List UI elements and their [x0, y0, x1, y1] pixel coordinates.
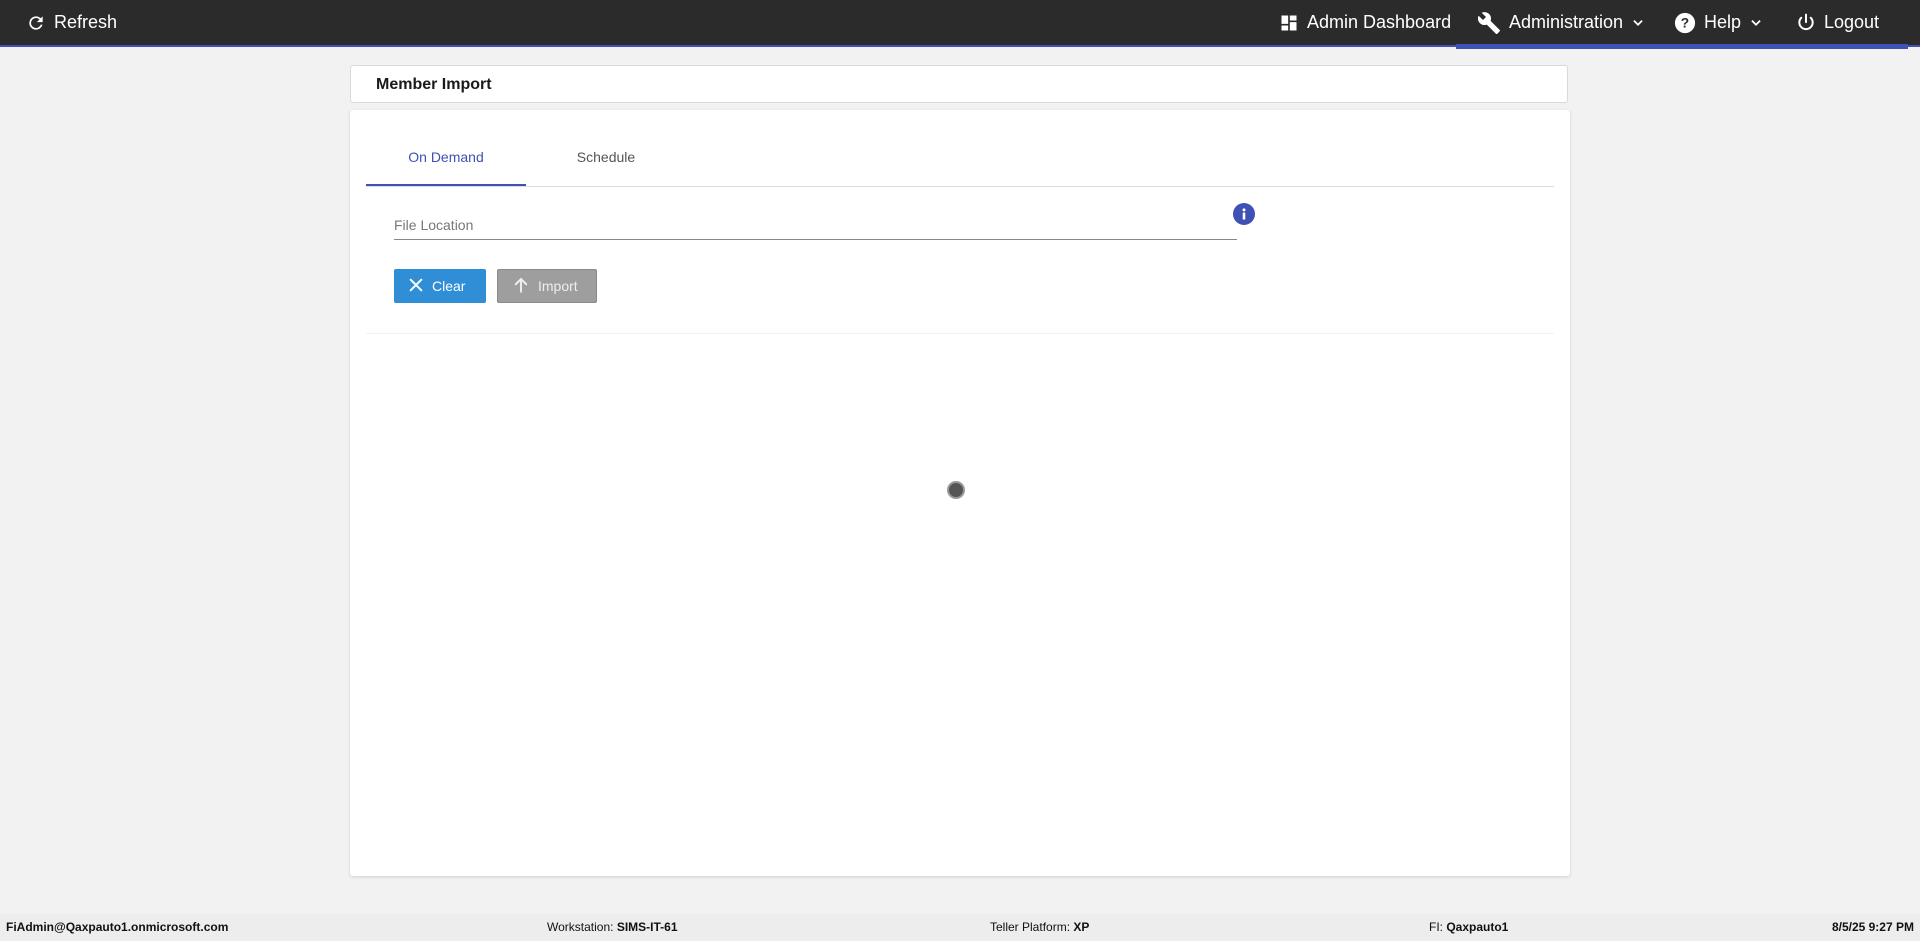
logout-button[interactable]: Logout: [1796, 0, 1879, 45]
tab-schedule[interactable]: Schedule: [526, 129, 686, 185]
import-button[interactable]: Import: [497, 269, 597, 303]
help-label: Help: [1704, 12, 1742, 32]
chevron-down-icon: [1631, 16, 1645, 30]
file-location-field: [394, 202, 1237, 240]
admin-dashboard-link[interactable]: Admin Dashboard: [1279, 0, 1451, 45]
tab-bar: On Demand Schedule: [366, 129, 1554, 187]
footer-teller-platform-value: XP: [1073, 920, 1090, 934]
logout-label: Logout: [1824, 12, 1880, 32]
nav-active-indicator: [1456, 44, 1908, 49]
footer-fi-value: Qaxpauto1: [1446, 920, 1509, 934]
top-navigation-bar: Refresh Admin Dashboard Administration ?…: [0, 0, 1920, 49]
page-header: Member Import: [350, 65, 1568, 103]
admin-dashboard-label: Admin Dashboard: [1307, 12, 1452, 32]
page-title: Member Import: [376, 76, 492, 93]
footer-datetime: 8/5/25 9:27 PM: [1832, 914, 1914, 941]
help-icon: ?: [1674, 12, 1696, 34]
footer-workstation: Workstation: SIMS-IT-61: [547, 914, 678, 941]
chevron-down-icon: [1749, 16, 1763, 30]
status-footer: FiAdmin@Qaxpauto1.onmicrosoft.com Workst…: [0, 914, 1920, 941]
wrench-icon: [1477, 11, 1501, 35]
refresh-icon: [26, 13, 46, 33]
clear-button[interactable]: Clear: [394, 269, 486, 303]
tab-on-demand[interactable]: On Demand: [366, 129, 526, 186]
clear-button-label: Clear: [432, 278, 466, 294]
power-icon: [1796, 13, 1816, 33]
footer-fi-label: FI:: [1429, 920, 1443, 934]
loading-indicator: [947, 481, 965, 499]
refresh-button[interactable]: Refresh: [26, 0, 117, 45]
footer-user: FiAdmin@Qaxpauto1.onmicrosoft.com: [6, 914, 228, 941]
footer-workstation-label: Workstation:: [547, 920, 614, 934]
file-location-input[interactable]: [394, 215, 1234, 235]
dashboard-icon: [1279, 13, 1299, 33]
administration-label: Administration: [1509, 12, 1624, 32]
content-divider: [366, 333, 1554, 334]
close-icon: [408, 277, 424, 296]
footer-datetime-value: 8/5/25 9:27 PM: [1831, 920, 1914, 934]
help-menu[interactable]: ? Help: [1674, 0, 1763, 45]
footer-workstation-value: SIMS-IT-61: [616, 920, 678, 934]
footer-teller-platform-label: Teller Platform:: [990, 920, 1071, 934]
administration-menu[interactable]: Administration: [1477, 0, 1645, 45]
footer-user-value: FiAdmin@Qaxpauto1.onmicrosoft.com: [6, 920, 229, 934]
import-button-label: Import: [538, 278, 578, 294]
footer-fi: FI: Qaxpauto1: [1429, 914, 1508, 941]
footer-teller-platform: Teller Platform: XP: [990, 914, 1089, 941]
member-import-panel: On Demand Schedule Clear Import: [350, 110, 1570, 876]
arrow-up-icon: [512, 276, 530, 297]
info-icon[interactable]: [1233, 203, 1255, 225]
refresh-label: Refresh: [54, 12, 118, 32]
svg-text:?: ?: [1681, 15, 1689, 30]
